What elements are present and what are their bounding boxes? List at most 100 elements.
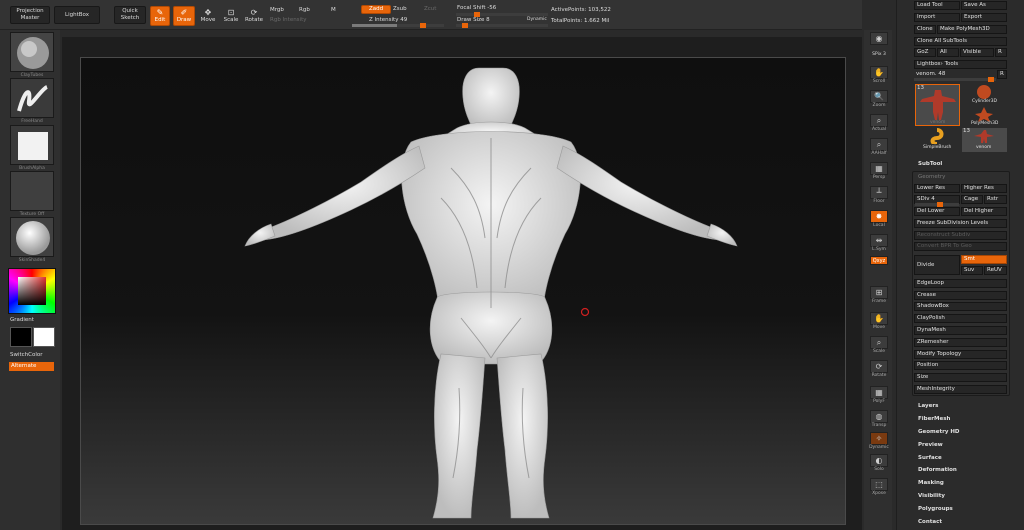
- subtool-menu[interactable]: SubTool: [918, 161, 942, 167]
- rotate-view-button[interactable]: ⟳ Rotate: [868, 360, 890, 382]
- claypolish-menu[interactable]: ClayPolish: [914, 314, 1007, 323]
- geometry-menu[interactable]: Geometry: [918, 174, 945, 180]
- tool-thumb-cylinder[interactable]: Cylinder3D: [962, 84, 1007, 106]
- tool-slider-knob[interactable]: [988, 77, 994, 82]
- export-button[interactable]: Export: [961, 13, 1007, 22]
- local-button[interactable]: ✸ Local: [868, 210, 890, 232]
- alternate-button[interactable]: Alternate: [9, 362, 54, 371]
- frame-button[interactable]: ⊞ Frame: [868, 286, 890, 308]
- zsub-button[interactable]: Zsub: [393, 6, 407, 12]
- floor-button[interactable]: ┴ Floor: [868, 186, 890, 208]
- quick-sketch-button[interactable]: Quick Sketch: [114, 6, 146, 24]
- spix-slider[interactable]: SPix 3: [868, 52, 890, 62]
- masking-menu[interactable]: Masking: [918, 480, 944, 486]
- draw-size-knob[interactable]: [462, 23, 468, 28]
- alpha-picker[interactable]: [10, 125, 54, 165]
- shadowbox-menu[interactable]: ShadowBox: [914, 302, 1007, 311]
- lightbox-tools-button[interactable]: Lightbox› Tools: [914, 60, 1007, 69]
- color-picker-square[interactable]: [18, 277, 46, 305]
- freeze-subdivision-button[interactable]: Freeze SubDivision Levels: [914, 219, 1007, 228]
- scroll-button[interactable]: ✋ Scroll: [868, 66, 890, 88]
- solo-button[interactable]: ◐ Solo: [868, 454, 890, 476]
- stroke-picker[interactable]: [10, 78, 54, 118]
- draw-button[interactable]: ✐ Draw: [173, 6, 195, 26]
- z-intensity-track[interactable]: [352, 23, 444, 28]
- draw-size-track[interactable]: [456, 23, 548, 28]
- load-tool-button[interactable]: Load Tool: [914, 1, 960, 10]
- contact-menu[interactable]: Contact: [918, 519, 942, 525]
- dynamesh-menu[interactable]: DynaMesh: [914, 326, 1007, 335]
- import-button[interactable]: Import: [914, 13, 960, 22]
- bpr-button[interactable]: ◉: [868, 32, 890, 54]
- clone-all-subtools-button[interactable]: Clone All SubTools: [914, 37, 1007, 46]
- material-picker[interactable]: [10, 217, 54, 257]
- crease-menu[interactable]: Crease: [914, 291, 1007, 300]
- polygroups-menu[interactable]: Polygroups: [918, 506, 953, 512]
- edgeloop-menu[interactable]: EdgeLoop: [914, 279, 1007, 288]
- lsym-button[interactable]: ⇹ L.Sym: [868, 234, 890, 256]
- higher-res-button[interactable]: Higher Res: [961, 184, 1007, 193]
- geometry-hd-menu[interactable]: Geometry HD: [918, 429, 960, 435]
- polyf-button[interactable]: ▦ PolyF: [868, 386, 890, 408]
- color-picker[interactable]: [8, 268, 56, 314]
- reconstruct-subdiv-button[interactable]: Reconstruct Subdiv: [914, 231, 1007, 240]
- xpose-button[interactable]: ⬚ Xpose: [868, 478, 890, 500]
- xyz-button[interactable]: Qxyz: [868, 256, 890, 268]
- rotate-button[interactable]: ⟳ Rotate: [244, 6, 264, 26]
- actual-button[interactable]: ⌕ Actual: [868, 114, 890, 136]
- document-canvas[interactable]: [80, 57, 846, 525]
- mrgb-button[interactable]: Mrgb: [270, 7, 284, 13]
- projection-master-button[interactable]: Projection Master: [10, 6, 50, 24]
- tool-name-slider[interactable]: venom. 48: [916, 71, 945, 77]
- fibermesh-menu[interactable]: FiberMesh: [918, 416, 950, 422]
- del-higher-button[interactable]: Del Higher: [961, 207, 1007, 216]
- surface-menu[interactable]: Surface: [918, 455, 942, 461]
- sdiv-track[interactable]: [915, 202, 959, 207]
- size-menu[interactable]: Size: [914, 373, 1007, 382]
- lower-res-button[interactable]: Lower Res: [914, 184, 960, 193]
- zremesher-menu[interactable]: ZRemesher: [914, 338, 1007, 347]
- goz-visible-button[interactable]: Visible: [960, 48, 994, 57]
- convert-bpr-button[interactable]: Convert BPR To Geo: [914, 242, 1007, 251]
- tool-thumb-simplebrush[interactable]: SimpleBrush: [915, 128, 960, 152]
- rgb-button[interactable]: Rgb: [299, 7, 310, 13]
- main-color-swatch[interactable]: [10, 327, 32, 347]
- suv-button[interactable]: Suv: [961, 266, 983, 275]
- deformation-menu[interactable]: Deformation: [918, 467, 957, 473]
- aahalf-button[interactable]: ⌕ AAHalf: [868, 138, 890, 160]
- lightbox-button[interactable]: LightBox: [54, 6, 100, 24]
- tool-thumb-venom-2[interactable]: 13 venom: [962, 128, 1007, 152]
- tool-thumb-venom[interactable]: 13 venom: [915, 84, 960, 126]
- save-as-button[interactable]: Save As: [961, 1, 1007, 10]
- zoom-button[interactable]: 🔍 Zoom: [868, 90, 890, 112]
- rstr-button[interactable]: Rstr: [984, 195, 1007, 204]
- clone-button[interactable]: Clone: [914, 25, 936, 34]
- dynamic-view-button[interactable]: ✧ Dynamic: [868, 432, 890, 454]
- rgb-intensity-slider[interactable]: Rgb Intensity: [270, 17, 307, 23]
- del-lower-button[interactable]: Del Lower: [914, 207, 960, 216]
- transp-button[interactable]: ◍ Transp: [868, 410, 890, 432]
- gradient-button[interactable]: Gradient: [10, 317, 34, 323]
- make-polymesh-button[interactable]: Make PolyMesh3D: [937, 25, 1007, 34]
- z-intensity-knob[interactable]: [420, 23, 426, 28]
- tool-slider-track[interactable]: [914, 77, 996, 82]
- move-view-button[interactable]: ✋ Move: [868, 312, 890, 334]
- brush-picker[interactable]: [10, 32, 54, 72]
- scale-button[interactable]: ⊡ Scale: [221, 6, 241, 26]
- m-button[interactable]: M: [331, 7, 336, 13]
- switch-color-button[interactable]: SwitchColor: [10, 352, 43, 358]
- visibility-menu[interactable]: Visibility: [918, 493, 945, 499]
- texture-picker[interactable]: [10, 171, 54, 211]
- tool-r-button[interactable]: R: [997, 70, 1007, 79]
- persp-button[interactable]: ▦ Persp: [868, 162, 890, 184]
- reuv-button[interactable]: ReUV: [984, 266, 1007, 275]
- move-button[interactable]: ✥ Move: [198, 6, 218, 26]
- divide-button[interactable]: Divide: [914, 255, 960, 275]
- modify-topology-menu[interactable]: Modify Topology: [914, 350, 1007, 359]
- position-menu[interactable]: Position: [914, 361, 1007, 370]
- smt-button[interactable]: Smt: [961, 255, 1007, 264]
- goz-all-button[interactable]: All: [937, 48, 959, 57]
- goz-button[interactable]: GoZ: [914, 48, 936, 57]
- preview-menu[interactable]: Preview: [918, 442, 943, 448]
- cage-button[interactable]: Cage: [961, 195, 983, 204]
